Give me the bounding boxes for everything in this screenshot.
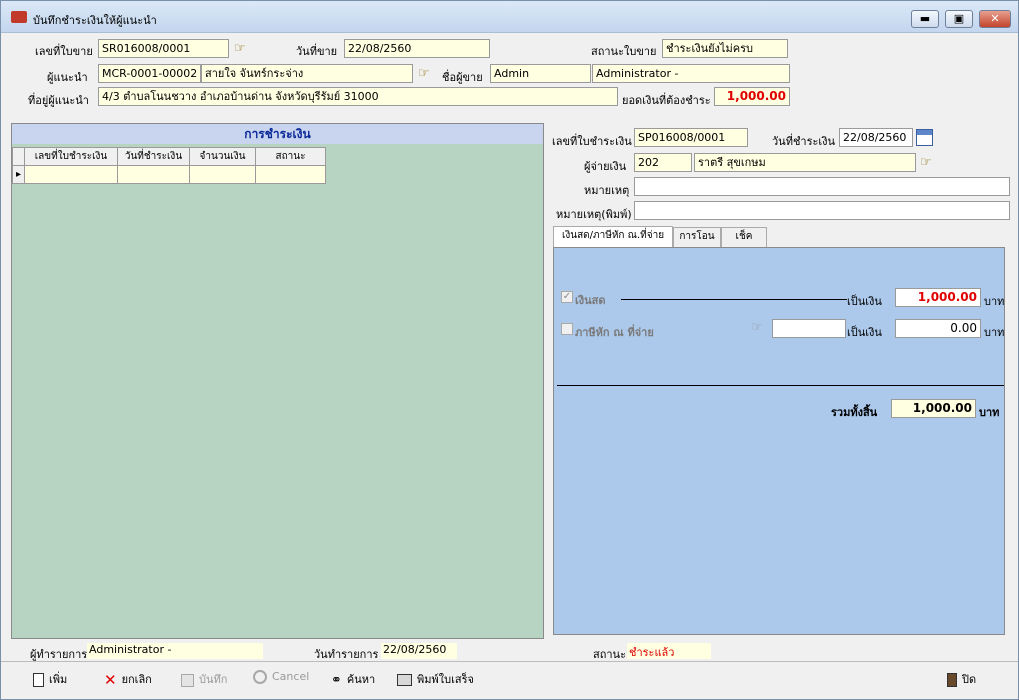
x-icon: ✕ bbox=[104, 671, 117, 689]
sale-date-label: วันที่ขาย bbox=[296, 45, 338, 58]
seller-name-field: Administrator - bbox=[592, 64, 790, 83]
table-cell[interactable] bbox=[255, 165, 326, 184]
close-window-button[interactable]: ✕ bbox=[979, 10, 1011, 28]
op-date-value: 22/08/2560 bbox=[381, 643, 457, 659]
pay-date-field[interactable]: 22/08/2560 bbox=[839, 128, 913, 147]
address-label: ที่อยู่ผู้แนะนำ bbox=[28, 94, 89, 107]
pay-no-field[interactable]: SP016008/0001 bbox=[634, 128, 748, 147]
wht-rate-field[interactable] bbox=[772, 319, 846, 338]
table-cell[interactable] bbox=[117, 165, 190, 184]
table-cell[interactable] bbox=[189, 165, 256, 184]
table-header-row: เลขที่ใบชำระเงิน วันที่ชำระเงิน จำนวนเงิ… bbox=[12, 147, 326, 166]
seller-code-field[interactable]: Admin bbox=[490, 64, 591, 83]
payer-name-field[interactable]: ราตรี สุขเกษม bbox=[694, 153, 916, 172]
sale-date-field[interactable]: 22/08/2560 bbox=[344, 39, 490, 58]
note-print-label: หมายเหตุ(พิมพ์) bbox=[556, 208, 632, 221]
calendar-icon[interactable] bbox=[916, 129, 933, 146]
cancel-button[interactable]: Cancel bbox=[253, 670, 309, 684]
address-field: 4/3 ตำบลโนนชวาง อำเภอบ้านด่าน จังหวัดบุร… bbox=[98, 87, 618, 106]
cash-amount-field[interactable]: 1,000.00 bbox=[895, 288, 981, 307]
app-window: บันทึกชำระเงินให้ผู้แนะนำ ▬ ▣ ✕ เลขที่ใบ… bbox=[0, 0, 1019, 700]
payments-panel: การชำระเงิน เลขที่ใบชำระเงิน วันที่ชำระเ… bbox=[11, 123, 544, 639]
close-button[interactable]: ปิด bbox=[947, 670, 976, 688]
save-label: บันทึก bbox=[199, 673, 228, 686]
sale-status-field: ชำระเงินยังไม่ครบ bbox=[662, 39, 788, 58]
toolbar: เพิ่ม ✕ ยกเลิก บันทึก Cancel ⚭ ค้นหา พิมพ์… bbox=[1, 661, 1018, 699]
binoculars-icon: ⚭ bbox=[331, 672, 342, 688]
search-label: ค้นหา bbox=[346, 673, 376, 686]
add-button[interactable]: เพิ่ม bbox=[33, 670, 67, 688]
column-header[interactable]: จำนวนเงิน bbox=[189, 147, 256, 166]
baht-label: บาท bbox=[984, 326, 1005, 339]
cash-tab-panel: ✓ เงินสด เป็นเงิน 1,000.00 บาท ภาษีหัก ณ… bbox=[553, 247, 1005, 635]
state-value: ชำระแล้ว bbox=[627, 643, 711, 659]
undo-icon bbox=[253, 670, 267, 684]
cash-label: เงินสด bbox=[575, 294, 606, 307]
note-field[interactable] bbox=[634, 177, 1010, 196]
due-label: ยอดเงินที่ต้องชำระ bbox=[622, 94, 711, 107]
cash-checkbox[interactable]: ✓ bbox=[561, 291, 573, 303]
referrer-name-field[interactable]: สายใจ จันทร์กระจ่าง bbox=[201, 64, 413, 83]
table-cell[interactable] bbox=[24, 165, 118, 184]
referrer-label: ผู้แนะนำ bbox=[47, 71, 88, 84]
sale-no-label: เลขที่ใบขาย bbox=[35, 45, 93, 58]
column-header[interactable]: สถานะ bbox=[255, 147, 326, 166]
payments-table: เลขที่ใบชำระเงิน วันที่ชำระเงิน จำนวนเงิ… bbox=[12, 147, 326, 184]
printer-icon bbox=[397, 674, 412, 686]
due-amount-field: 1,000.00 bbox=[714, 87, 790, 106]
referrer-lookup-icon[interactable]: ☞ bbox=[418, 66, 430, 81]
minimize-button[interactable]: ▬ bbox=[911, 10, 939, 28]
wht-label: ภาษีหัก ณ ที่จ่าย bbox=[575, 326, 654, 339]
title-bar: บันทึกชำระเงินให้ผู้แนะนำ ▬ ▣ ✕ bbox=[1, 1, 1018, 33]
new-document-icon bbox=[33, 673, 44, 687]
column-header[interactable]: วันที่ชำระเงิน bbox=[117, 147, 190, 166]
add-label: เพิ่ม bbox=[49, 673, 68, 686]
exit-door-icon bbox=[947, 673, 957, 687]
total-amount-field: 1,000.00 bbox=[891, 399, 976, 418]
maximize-button[interactable]: ▣ bbox=[945, 10, 973, 28]
cancel-record-label: ยกเลิก bbox=[121, 673, 152, 686]
wht-amount-field[interactable]: 0.00 bbox=[895, 319, 981, 338]
pay-no-label: เลขที่ใบชำระเงิน bbox=[552, 135, 632, 148]
save-button[interactable]: บันทึก bbox=[181, 670, 227, 688]
operator-value: Administrator - bbox=[87, 643, 263, 659]
wht-checkbox[interactable] bbox=[561, 323, 573, 335]
close-label: ปิด bbox=[962, 673, 977, 686]
total-label: รวมทั้งสิ้น bbox=[831, 406, 878, 419]
tab-cash[interactable]: เงินสด/ภาษีหัก ณ.ที่จ่าย bbox=[553, 226, 673, 248]
referrer-code-field[interactable]: MCR-0001-00002 bbox=[98, 64, 201, 83]
row-selector-header bbox=[12, 147, 25, 166]
cancel-record-button[interactable]: ✕ ยกเลิก bbox=[104, 670, 152, 689]
cash-divider bbox=[621, 299, 847, 300]
floppy-icon bbox=[181, 673, 194, 687]
print-receipt-label: พิมพ์ใบเสร็จ bbox=[417, 673, 474, 686]
sale-no-field[interactable]: SR016008/0001 bbox=[98, 39, 229, 58]
total-divider bbox=[557, 385, 1004, 386]
baht-label: บาท bbox=[984, 295, 1005, 308]
cancel-label: Cancel bbox=[272, 670, 310, 683]
note-print-field[interactable] bbox=[634, 201, 1010, 220]
baht-label: บาท bbox=[979, 406, 1000, 419]
cash-amount-label: เป็นเงิน bbox=[847, 295, 882, 308]
note-label: หมายเหตุ bbox=[584, 184, 630, 197]
table-row[interactable]: ▸ bbox=[12, 165, 326, 184]
lookup-icon[interactable]: ☞ bbox=[234, 41, 246, 56]
seller-label: ชื่อผู้ขาย bbox=[442, 71, 483, 84]
row-selector[interactable]: ▸ bbox=[12, 165, 25, 184]
column-header[interactable]: เลขที่ใบชำระเงิน bbox=[24, 147, 118, 166]
wht-lookup-icon[interactable]: ☞ bbox=[751, 320, 763, 335]
print-receipt-button[interactable]: พิมพ์ใบเสร็จ bbox=[397, 670, 474, 688]
payer-lookup-icon[interactable]: ☞ bbox=[920, 155, 932, 170]
payments-panel-title: การชำระเงิน bbox=[12, 124, 543, 144]
tab-transfer[interactable]: การโอน bbox=[673, 227, 721, 247]
search-button[interactable]: ⚭ ค้นหา bbox=[331, 670, 375, 688]
tab-cheque[interactable]: เช็ค bbox=[721, 227, 767, 247]
window-title: บันทึกชำระเงินให้ผู้แนะนำ bbox=[33, 14, 157, 27]
pay-date-label: วันที่ชำระเงิน bbox=[772, 135, 836, 148]
payer-label: ผู้จ่ายเงิน bbox=[584, 160, 627, 173]
payer-code-field[interactable]: 202 bbox=[634, 153, 692, 172]
wht-amount-label: เป็นเงิน bbox=[847, 326, 882, 339]
sale-status-label: สถานะใบขาย bbox=[591, 45, 657, 58]
app-icon bbox=[11, 11, 27, 23]
